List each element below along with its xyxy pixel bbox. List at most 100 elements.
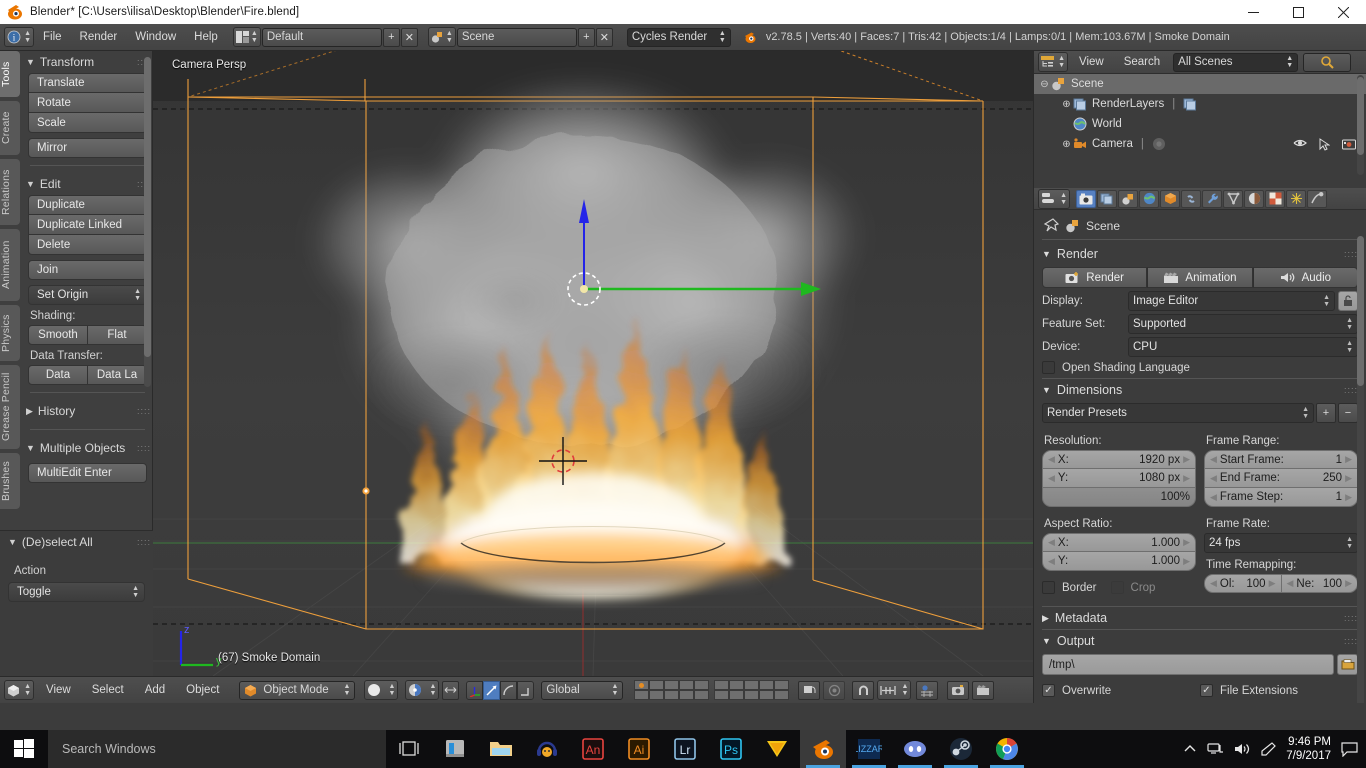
time-remap-new-field[interactable]: ◀ Ne: 100 ▶ xyxy=(1281,574,1358,593)
file-explorer-icon[interactable] xyxy=(478,730,524,768)
duplicate-linked-button[interactable]: Duplicate Linked xyxy=(28,215,147,235)
3d-viewport[interactable]: z y Camera Persp (67) Smoke Domain xyxy=(153,51,1033,676)
expand-icon[interactable]: ⊕ xyxy=(1060,139,1073,150)
delete-screen-layout-button[interactable]: ✕ xyxy=(400,27,418,47)
rotate-manipulator-arc-icon[interactable] xyxy=(500,680,518,700)
camera-render-icon[interactable] xyxy=(1342,138,1356,151)
render-engine-selector[interactable]: Cycles Render ▲ ▼ xyxy=(626,27,731,47)
tab-render-layers[interactable] xyxy=(1097,189,1117,208)
lock-layers-button[interactable] xyxy=(798,680,821,700)
resolution-x-field[interactable]: ◀ X: 1920 px ▶ xyxy=(1042,450,1196,469)
volume-icon[interactable] xyxy=(1234,742,1251,756)
google-chrome-icon[interactable] xyxy=(984,730,1030,768)
decrement-icon[interactable]: ◀ xyxy=(1210,492,1217,503)
outliner-row-camera[interactable]: ⊕ Camera | xyxy=(1034,134,1366,154)
delete-button[interactable]: Delete xyxy=(28,235,147,255)
output-path-input[interactable]: /tmp\ xyxy=(1042,654,1334,675)
sidebar-item-brushes[interactable]: Brushes xyxy=(0,453,20,509)
snap-element-selector[interactable]: ▲ ▼ xyxy=(877,680,912,700)
pivot-point-selector[interactable]: ▲ ▼ xyxy=(405,680,440,700)
data-layout-button[interactable]: Data La xyxy=(88,365,147,385)
mirror-button[interactable]: Mirror xyxy=(28,138,147,158)
outliner-menu-search[interactable]: Search xyxy=(1115,52,1169,72)
remove-preset-button[interactable]: − xyxy=(1338,403,1358,423)
resolution-y-field[interactable]: ◀ Y: 1080 px ▶ xyxy=(1042,469,1196,488)
tab-texture[interactable] xyxy=(1265,189,1285,208)
proportional-edit-icon[interactable] xyxy=(823,680,846,700)
increment-icon[interactable]: ▶ xyxy=(1183,454,1190,465)
maximize-button[interactable] xyxy=(1276,0,1321,24)
toolshelf-scrollbar[interactable] xyxy=(144,57,151,387)
scrollbar-thumb[interactable] xyxy=(1357,77,1364,155)
sidebar-item-relations[interactable]: Relations xyxy=(0,159,20,225)
aspect-y-field[interactable]: ◀ Y: 1.000 ▶ xyxy=(1042,552,1196,571)
expand-icon[interactable]: ⊕ xyxy=(1060,99,1073,110)
delete-scene-button[interactable]: ✕ xyxy=(595,27,613,47)
decrement-icon[interactable]: ◀ xyxy=(1210,578,1217,589)
interaction-mode-selector[interactable]: Object Mode ▲ ▼ xyxy=(239,680,356,700)
tab-object[interactable] xyxy=(1160,189,1180,208)
sidebar-item-tools[interactable]: Tools xyxy=(0,51,20,97)
add-preset-button[interactable]: + xyxy=(1316,403,1336,423)
screen-layout-field[interactable]: Default xyxy=(261,27,382,47)
decrement-icon[interactable]: ◀ xyxy=(1210,473,1217,484)
tab-modifiers[interactable] xyxy=(1202,189,1222,208)
screen-layout-icon-button[interactable]: ▲ ▼ xyxy=(232,27,261,47)
increment-icon[interactable]: ▶ xyxy=(1345,454,1352,465)
render-audio-button[interactable]: Audio xyxy=(1252,267,1358,288)
translate-button[interactable]: Translate xyxy=(28,73,147,93)
duplicate-button[interactable]: Duplicate xyxy=(28,195,147,215)
menu-help[interactable]: Help xyxy=(185,27,227,47)
viewport-menu-select[interactable]: Select xyxy=(83,680,133,700)
panel-header-deselect-all[interactable]: ▼ (De)select All :::: xyxy=(0,531,153,553)
tab-render[interactable] xyxy=(1076,189,1096,208)
open-shading-language-checkbox[interactable]: Open Shading Language xyxy=(1042,361,1358,374)
resolution-percentage-field[interactable]: 100% xyxy=(1042,488,1196,507)
increment-icon[interactable]: ▶ xyxy=(1345,492,1352,503)
file-extensions-checkbox[interactable]: ✓ File Extensions xyxy=(1200,684,1358,697)
network-icon[interactable] xyxy=(1207,742,1224,756)
scene-icon-button[interactable]: ▲ ▼ xyxy=(427,27,456,47)
scale-button[interactable]: Scale xyxy=(28,113,147,133)
decrement-icon[interactable]: ◀ xyxy=(1287,578,1294,589)
join-button[interactable]: Join xyxy=(28,260,147,280)
increment-icon[interactable]: ▶ xyxy=(1269,578,1276,589)
blizzard-battlenet-icon[interactable]: BLIZZARD xyxy=(846,730,892,768)
rotate-button[interactable]: Rotate xyxy=(28,93,147,113)
outliner-scrollbar[interactable] xyxy=(1357,75,1364,175)
action-dropdown[interactable]: Toggle ▲ ▼ xyxy=(8,582,145,602)
panel-header-transform[interactable]: ▼ Transform :::: xyxy=(22,51,153,73)
tab-world[interactable] xyxy=(1139,189,1159,208)
task-view-icon[interactable] xyxy=(386,730,432,768)
store-icon[interactable] xyxy=(432,730,478,768)
feature-set-dropdown[interactable]: Supported ▲ ▼ xyxy=(1128,314,1358,334)
properties-editor-type-selector[interactable]: ▲ ▼ xyxy=(1038,188,1070,209)
outliner-row-scene[interactable]: ⊖ Scene xyxy=(1034,74,1366,94)
sidebar-item-physics[interactable]: Physics xyxy=(0,305,20,361)
device-dropdown[interactable]: CPU ▲ ▼ xyxy=(1128,337,1358,357)
outliner-menu-view[interactable]: View xyxy=(1070,52,1113,72)
eye-icon[interactable] xyxy=(1293,138,1307,151)
steam-icon[interactable] xyxy=(938,730,984,768)
minimize-button[interactable] xyxy=(1231,0,1276,24)
tab-scene[interactable] xyxy=(1118,189,1138,208)
editor-type-selector[interactable]: i ▲ ▼ xyxy=(4,27,34,47)
magnet-icon[interactable] xyxy=(852,680,875,700)
panel-header-dimensions[interactable]: ▼ Dimensions :::: xyxy=(1042,379,1358,401)
decrement-icon[interactable]: ◀ xyxy=(1048,556,1055,567)
add-scene-button[interactable]: + xyxy=(577,27,595,47)
action-center-icon[interactable] xyxy=(1341,741,1358,757)
outliner-search-field[interactable] xyxy=(1303,52,1352,72)
blender-icon[interactable] xyxy=(800,730,846,768)
scale-manipulator-icon[interactable] xyxy=(517,680,535,700)
viewport-menu-view[interactable]: View xyxy=(37,680,80,700)
manipulator-toggle-button[interactable] xyxy=(442,680,460,700)
scrollbar-thumb[interactable] xyxy=(144,57,151,357)
outliner-row-world[interactable]: World xyxy=(1034,114,1366,134)
overwrite-checkbox[interactable]: ✓ Overwrite xyxy=(1042,684,1200,697)
show-hidden-icons[interactable] xyxy=(1183,743,1197,755)
tab-data[interactable] xyxy=(1223,189,1243,208)
adobe-photoshop-icon[interactable]: Ps xyxy=(708,730,754,768)
scene-field[interactable]: Scene xyxy=(456,27,577,47)
increment-icon[interactable]: ▶ xyxy=(1183,537,1190,548)
